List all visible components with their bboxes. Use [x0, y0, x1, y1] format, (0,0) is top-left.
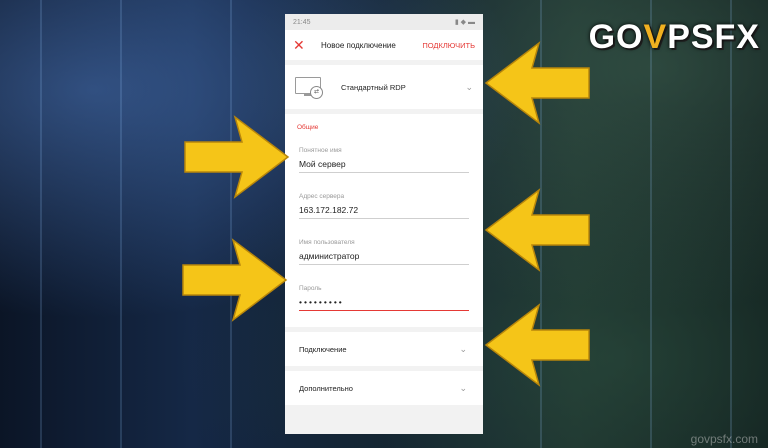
arrow-pointer-icon	[182, 238, 288, 322]
advanced-section-expander[interactable]: Дополнительно ⌄	[285, 371, 483, 405]
field-label: Адрес сервера	[299, 193, 345, 200]
chevron-down-icon: ⌄	[459, 343, 467, 354]
page-title: Новое подключение	[321, 40, 396, 50]
background-rack-line	[40, 0, 42, 448]
close-icon[interactable]: ✕	[293, 37, 311, 54]
status-icons: ▮ ◆ ▬	[454, 19, 475, 26]
friendly-name-field[interactable]: Понятное имя Мой сервер	[299, 147, 469, 173]
username-input[interactable]: администратор	[299, 246, 469, 265]
field-label: Имя пользователя	[299, 239, 355, 246]
connection-type-select[interactable]: ⇄ Стандартный RDP ⌄	[285, 65, 483, 109]
server-address-field[interactable]: Адрес сервера 163.172.182.72	[299, 193, 469, 219]
field-label: Понятное имя	[299, 147, 342, 154]
status-time: 21:45	[293, 18, 311, 26]
friendly-name-input[interactable]: Мой сервер	[299, 154, 469, 173]
section-title-general: Общие	[297, 124, 319, 131]
connection-section-expander[interactable]: Подключение ⌄	[285, 332, 483, 366]
watermark-footer: govpsfx.com	[690, 432, 758, 446]
section-label: Подключение	[299, 344, 347, 354]
chevron-down-icon: ⌄	[465, 81, 473, 92]
connection-type-label: Стандартный RDP	[341, 82, 406, 92]
background-rack-line	[650, 0, 652, 448]
status-bar: 21:45 ▮ ◆ ▬	[285, 14, 483, 30]
arrow-pointer-icon	[184, 115, 290, 199]
background-rack-line	[230, 0, 232, 448]
server-address-input[interactable]: 163.172.182.72	[299, 200, 469, 219]
connection-type-card: ⇄ Стандартный RDP ⌄	[285, 65, 483, 109]
connect-button[interactable]: ПОДКЛЮЧИТЬ	[422, 41, 475, 50]
password-input[interactable]: •••••••••	[299, 292, 469, 311]
chevron-down-icon: ⌄	[459, 382, 467, 393]
username-field[interactable]: Имя пользователя администратор	[299, 239, 469, 265]
brand-logo: GOVPSFX	[588, 18, 760, 56]
field-label: Пароль	[299, 285, 322, 292]
background-rack-line	[730, 0, 732, 448]
app-toolbar: ✕ Новое подключение ПОДКЛЮЧИТЬ	[285, 30, 483, 60]
background-rack-line	[120, 0, 122, 448]
monitor-rdp-icon: ⇄	[295, 77, 323, 99]
phone-screen: 21:45 ▮ ◆ ▬ ✕ Новое подключение ПОДКЛЮЧИ…	[285, 14, 483, 434]
password-field[interactable]: Пароль •••••••••	[299, 285, 469, 311]
arrow-pointer-icon	[484, 188, 590, 272]
arrow-pointer-icon	[484, 41, 590, 125]
section-label: Дополнительно	[299, 383, 353, 393]
general-form: Общие Понятное имя Мой сервер Адрес серв…	[285, 114, 483, 327]
arrow-pointer-icon	[484, 303, 590, 387]
